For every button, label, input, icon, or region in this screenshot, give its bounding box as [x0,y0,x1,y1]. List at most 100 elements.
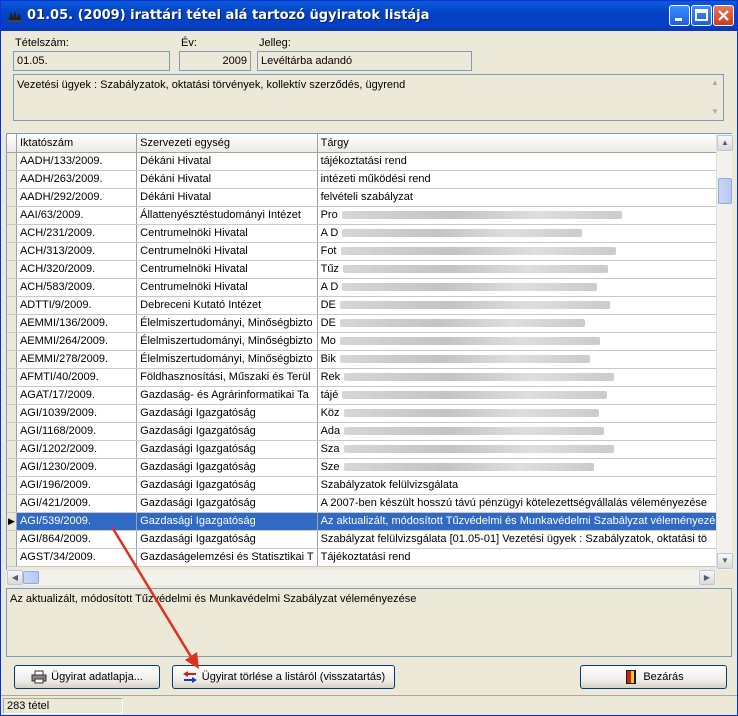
grid-vertical-scrollbar[interactable]: ▲ ▼ [716,134,733,570]
cell-szervezeti-egyseg: Centrumelnöki Hivatal [136,224,318,243]
cell-szervezeti-egyseg-text: Gazdasági Igazgatóság [140,515,256,527]
cell-iktatoszam-text: AGI/1039/2009. [19,407,98,419]
grid-scroll-left-icon[interactable]: ◀ [7,570,23,585]
grid-horizontal-scrollbar[interactable]: ◀ ▶ [6,570,716,585]
exit-door-icon [626,670,637,685]
row-indicator [7,350,17,369]
maximize-button[interactable] [691,5,712,26]
table-row[interactable]: ADTTI/9/2009. Debreceni Kutató Intézet DE [7,296,731,315]
cell-iktatoszam-text: AGI/421/2009. [19,497,91,509]
cell-targy-text: DE [320,317,336,329]
grid-vscroll-thumb[interactable] [718,178,732,204]
table-row[interactable]: AADH/133/2009. Dékáni Hivatal tájékoztatás… [7,152,731,171]
cell-iktatoszam: AADH/292/2009. [16,188,138,207]
grid-hscroll-thumb[interactable] [23,571,39,584]
cell-szervezeti-egyseg-text: Centrumelnöki Hivatal [140,281,248,293]
cell-iktatoszam: AEMMI/278/2009. [16,350,138,369]
cell-iktatoszam: AGI/1230/2009. [16,458,138,477]
redacted-text [341,211,622,220]
table-row[interactable]: AGI/196/2009. Gazdasági Igazgatóság Szabál… [7,476,731,495]
table-row[interactable]: AEMMI/278/2009. Élelmiszertudományi, Minő… [7,350,731,369]
cell-szervezeti-egyseg-text: Centrumelnöki Hivatal [140,245,248,257]
tetelszam-field[interactable]: 01.05. [13,51,170,71]
table-row[interactable]: AGI/864/2009. Gazdasági Igazgatóság Szabál… [7,530,731,549]
table-row[interactable]: AGI/1039/2009. Gazdasági Igazgatóság Köz [7,404,731,423]
table-row[interactable]: AGI/1230/2009. Gazdasági Igazgatóság Sze [7,458,731,477]
cell-szervezeti-egyseg: Élelmiszertudományi, Minőségbizto [136,350,318,369]
torles-button[interactable]: Ügyirat törlése a listáról (visszatartás… [172,665,395,689]
bezaras-button[interactable]: Bezárás [580,665,727,689]
cell-targy-text: Köz [320,407,340,419]
cell-szervezeti-egyseg: Gazdasági Igazgatóság [136,458,318,477]
table-row[interactable]: ACH/320/2009. Centrumelnöki Hivatal Tűz [7,260,731,279]
cell-szervezeti-egyseg-text: Élelmiszertudományi, Minőségbizto [140,317,313,329]
description-scrollbar[interactable]: ▲ ▼ [707,75,723,120]
cell-targy: Tájékoztatási rend [317,548,731,567]
table-row[interactable]: AEMMI/136/2009. Élelmiszertudományi, Minő… [7,314,731,333]
table-row[interactable]: AADH/292/2009. Dékáni Hivatal felvételi sz… [7,188,731,207]
table-row[interactable]: ACH/231/2009. Centrumelnöki Hivatal A D [7,224,731,243]
table-row[interactable]: AGST/34/2009. Gazdaságelemzési és Statisz… [7,548,731,567]
redacted-text [343,445,614,454]
record-count: 283 tétel [3,698,123,714]
cell-targy-text: A D [320,281,339,293]
row-indicator [7,458,17,477]
detail-memo[interactable]: Az aktualizált, módosított Tűzvédelmi és… [6,588,732,657]
close-button[interactable] [713,5,734,26]
adatlap-button[interactable]: Ügyirat adatlapja... [14,665,160,689]
bezaras-button-label: Bezárás [643,671,684,683]
scroll-down-icon[interactable]: ▼ [707,104,723,120]
table-row[interactable]: AGAT/17/2009. Gazdaság- és Agrárinformati… [7,386,731,405]
row-indicator [7,296,17,315]
grid-header-row: Iktatószám Szervezeti egység Tárgy [7,134,731,153]
table-row[interactable]: AGI/1168/2009. Gazdasági Igazgatóság Ada [7,422,731,441]
cell-szervezeti-egyseg-text: Gazdasági Igazgatóság [140,407,256,419]
column-header-szervezeti-egyseg[interactable]: Szervezeti egység [136,134,318,153]
table-row[interactable]: AGI/1202/2009. Gazdasági Igazgatóság Sza [7,440,731,459]
cell-targy-text: Fot [320,245,337,257]
row-indicator [7,314,17,333]
title-bar[interactable]: 01.05. (2009) irattári tétel alá tartozó… [1,1,737,31]
table-row[interactable]: ACH/313/2009. Centrumelnöki Hivatal Fot [7,242,731,261]
row-indicator [7,422,17,441]
cell-targy-text: Tájékoztatási rend [320,551,411,563]
row-indicator-icon: ▶ [7,512,17,531]
scroll-up-icon[interactable]: ▲ [707,75,723,91]
redacted-text [344,373,615,382]
grid-scroll-down-icon[interactable]: ▼ [717,553,733,569]
column-header-targy[interactable]: Tárgy [317,134,731,153]
cell-targy-text: tájékoztatási rend [320,155,407,167]
row-indicator [7,206,17,225]
row-indicator [7,224,17,243]
row-indicator [7,170,17,189]
table-row[interactable]: AEMMI/264/2009. Élelmiszertudományi, Minő… [7,332,731,351]
table-row[interactable]: AGI/421/2009. Gazdasági Igazgatóság A 2007… [7,494,731,513]
cell-targy-text: Sze [320,461,340,473]
redacted-text [339,301,610,310]
table-row[interactable]: AFMTI/40/2009. Földhasznosítási, Műszaki … [7,368,731,387]
description-memo[interactable]: Vezetési ügyek : Szabályzatok, oktatási … [13,74,724,121]
cell-targy: Az aktualizált, módosított Tűzvédelmi és… [317,512,731,531]
table-row[interactable]: AAI/63/2009. Állattenyésztéstudományi Int… [7,206,731,225]
grid-scroll-up-icon[interactable]: ▲ [717,135,733,151]
table-row[interactable]: ACH/583/2009. Centrumelnöki Hivatal A D [7,278,731,297]
column-header-iktatoszam[interactable]: Iktatószám [16,134,138,153]
jelleg-field[interactable]: Levéltárba adandó [257,51,472,71]
detail-scrollbar[interactable] [715,589,731,656]
cell-szervezeti-egyseg: Gazdasági Igazgatóság [136,512,318,531]
redacted-text [343,409,599,418]
cell-targy-text: felvételi szabályzat [320,191,413,203]
ev-field[interactable]: 2009 [179,51,251,71]
cell-iktatoszam-text: AEMMI/278/2009. [19,353,109,365]
row-indicator [7,476,17,495]
table-row[interactable]: AADH/263/2009. Dékáni Hivatal intézeti műk… [7,170,731,189]
cell-szervezeti-egyseg: Gazdasági Igazgatóság [136,530,318,549]
cell-targy: Sze [317,458,731,477]
minimize-button[interactable] [669,5,690,26]
row-indicator [7,368,17,387]
table-row[interactable]: ▶ AGI/539/2009. Gazdasági Igazgatóság Az ak… [7,512,731,531]
grid-scroll-right-icon[interactable]: ▶ [699,570,715,585]
row-indicator [7,332,17,351]
ugyirat-grid[interactable]: Iktatószám Szervezeti egység Tárgy AADH/… [6,133,732,585]
cell-targy-text: DE [320,299,336,311]
